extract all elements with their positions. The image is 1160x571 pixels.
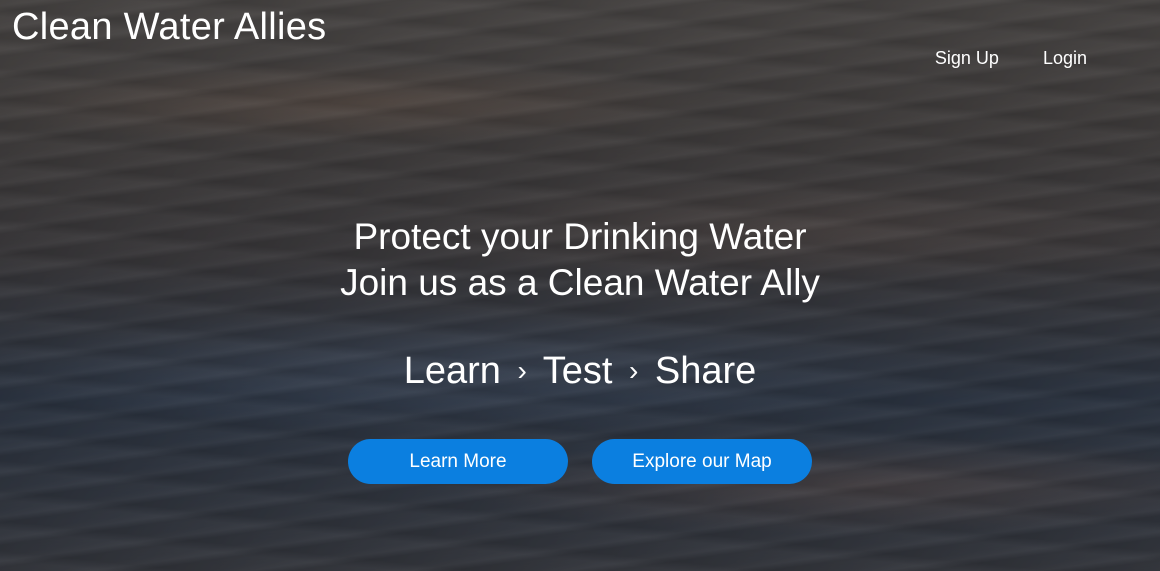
- hero-section: Clean Water Allies Sign Up Login Protect…: [0, 0, 1160, 571]
- brand-logo-text[interactable]: Clean Water Allies: [12, 6, 326, 49]
- chevron-right-icon: ›: [628, 355, 639, 386]
- explore-map-button[interactable]: Explore our Map: [592, 439, 812, 484]
- learn-more-button[interactable]: Learn More: [348, 439, 568, 484]
- chevron-right-icon: ›: [517, 355, 527, 386]
- steps-tagline: Learn › Test › Share: [0, 350, 1160, 393]
- sign-up-link[interactable]: Sign Up: [935, 48, 999, 69]
- step-learn: Learn: [403, 350, 501, 392]
- headline-line-1: Protect your Drinking Water: [353, 216, 807, 257]
- step-share: Share: [654, 350, 757, 392]
- headline-line-2: Join us as a Clean Water Ally: [340, 262, 820, 303]
- login-link[interactable]: Login: [1043, 48, 1087, 69]
- hero-headline: Protect your Drinking Water Join us as a…: [0, 214, 1160, 306]
- step-test: Test: [542, 350, 613, 392]
- top-nav: Sign Up Login: [935, 48, 1087, 69]
- cta-buttons: Learn More Explore our Map: [0, 439, 1160, 484]
